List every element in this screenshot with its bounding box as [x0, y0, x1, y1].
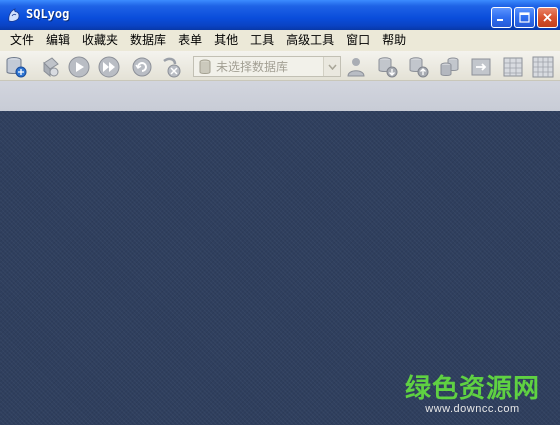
watermark: 绿色资源网 www.downcc.com	[405, 375, 540, 415]
title-bar[interactable]: SQLyog	[0, 0, 560, 30]
minimize-icon	[497, 19, 503, 21]
connect-icon	[6, 57, 27, 78]
connect-button[interactable]	[3, 54, 29, 80]
table-data-icon	[503, 57, 523, 77]
close-icon	[543, 13, 552, 22]
menu-window[interactable]: 窗口	[340, 30, 376, 51]
minimize-button[interactable]	[491, 7, 512, 28]
execute-query-icon	[68, 56, 90, 78]
database-select[interactable]: 未选择数据库	[193, 56, 341, 77]
watermark-logo: 绿色资源网	[404, 374, 540, 404]
toolbar-band	[0, 81, 560, 111]
restore-database-icon	[409, 57, 429, 78]
table-data-button[interactable]	[500, 54, 526, 80]
stop-button[interactable]	[158, 54, 184, 80]
schema-designer-button[interactable]	[530, 54, 556, 80]
menu-bar: 文件 编辑 收藏夹 数据库 表单 其他 工具 高级工具 窗口 帮助	[0, 30, 560, 51]
import-button[interactable]	[468, 54, 494, 80]
maximize-button[interactable]	[514, 7, 535, 28]
dropdown-arrow-button[interactable]	[323, 57, 340, 76]
new-connection-button[interactable]	[37, 54, 63, 80]
menu-database[interactable]: 数据库	[124, 30, 172, 51]
stop-icon	[163, 57, 181, 78]
backup-database-button[interactable]	[374, 54, 400, 80]
new-connection-icon	[43, 57, 59, 78]
execute-query-button[interactable]	[66, 54, 92, 80]
app-dolphin-icon	[6, 7, 22, 23]
refresh-icon	[132, 57, 152, 77]
copy-database-icon	[440, 57, 459, 76]
menu-others[interactable]: 其他	[208, 30, 244, 51]
sqlyog-window: SQLyog 文件 编辑 收藏夹 数据库 表单 其他 工具 高级工具 窗口 帮助	[0, 0, 560, 425]
menu-file[interactable]: 文件	[4, 30, 40, 51]
menu-edit[interactable]: 编辑	[40, 30, 76, 51]
menu-advanced-tools[interactable]: 高级工具	[280, 30, 340, 51]
import-icon	[471, 58, 491, 76]
execute-all-button[interactable]	[96, 54, 122, 80]
database-icon	[199, 59, 211, 74]
menu-table[interactable]: 表单	[172, 30, 208, 51]
menu-favorites[interactable]: 收藏夹	[76, 30, 124, 51]
schema-designer-icon	[532, 56, 554, 78]
user-manager-button[interactable]	[343, 54, 369, 80]
refresh-button[interactable]	[129, 54, 155, 80]
window-title: SQLyog	[26, 7, 70, 21]
menu-tools[interactable]: 工具	[244, 30, 280, 51]
watermark-url: www.downcc.com	[425, 403, 520, 415]
mdi-workspace: 绿色资源网 www.downcc.com	[0, 111, 560, 425]
copy-database-button[interactable]	[437, 54, 463, 80]
close-button[interactable]	[537, 7, 558, 28]
chevron-down-icon	[327, 64, 337, 70]
database-select-value: 未选择数据库	[216, 60, 289, 74]
backup-database-icon	[378, 57, 398, 78]
maximize-icon	[519, 12, 530, 23]
menu-help[interactable]: 帮助	[376, 30, 412, 51]
user-manager-icon	[347, 58, 365, 77]
execute-all-icon	[98, 56, 120, 78]
restore-database-button[interactable]	[405, 54, 431, 80]
